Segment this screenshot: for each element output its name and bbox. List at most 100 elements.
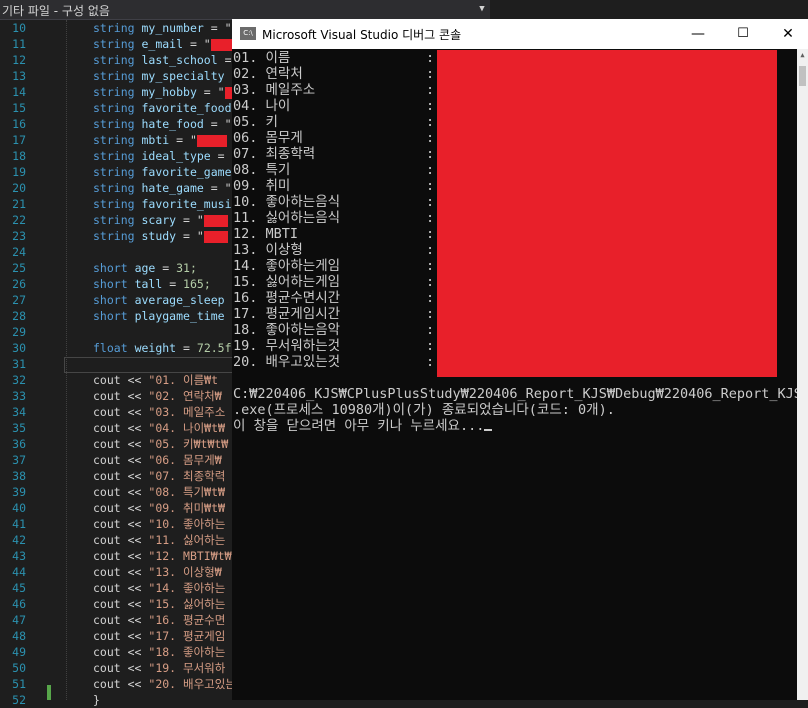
stream-operator: << [120,645,149,659]
cout-keyword: cout [93,517,121,531]
code-line: cout << "08. 특기₩t₩ [93,484,225,500]
console-title-bar[interactable]: C:\ Microsoft Visual Studio 디버그 콘솔 — ☐ ✕ [232,19,808,49]
code-line: string my_number = " [93,20,248,36]
line-number: 31 [12,357,26,371]
text-cursor [484,429,493,431]
code-line: string favorite_musi [93,196,232,212]
console-title: Microsoft Visual Studio 디버그 콘솔 [262,28,462,42]
code-line: short age = 31; [93,260,197,276]
stream-operator: << [120,581,149,595]
stream-operator: << [120,629,149,643]
code-line: cout << "05. 키₩t₩t₩ [93,436,228,452]
type-keyword: string [93,197,135,211]
console-colon: : [426,242,435,258]
string-literal: "05. 키₩t₩t₩ [148,437,229,451]
cout-keyword: cout [93,533,121,547]
code-line: cout << "04. 나이₩t₩ [93,420,225,436]
code-line: cout << "10. 좋아하는 [93,516,225,532]
change-indicator [47,685,51,700]
type-keyword: short [93,261,128,275]
stream-operator: << [120,469,149,483]
line-number: 46 [12,597,26,611]
code-line: cout << "14. 좋아하는 [93,580,225,596]
variable-name: favorite_musi [141,197,232,211]
code-line: string hate_food = " [93,116,232,132]
console-colon: : [426,290,435,306]
maximize-button[interactable]: ☐ [721,19,765,49]
code-line: string study = " [93,228,228,244]
console-colon: : [426,226,435,242]
variable-name: last_school [141,53,218,67]
type-keyword: string [93,165,135,179]
variable-name: average_sleep [134,293,225,307]
variable-name: e_mail [141,37,184,51]
stream-operator: << [120,485,149,499]
cout-keyword: cout [93,597,121,611]
redacted-value [210,38,233,51]
console-item-label: 03. 메일주소 [233,82,316,98]
string-literal: "18. 좋아하는 [148,645,226,659]
console-colon: : [426,210,435,226]
line-number: 41 [12,517,26,531]
console-app-icon: C:\ [240,27,256,40]
chevron-down-icon[interactable]: ▼ [476,3,488,15]
string-literal: "09. 취미₩t₩ [148,501,225,515]
stream-operator: << [120,549,149,563]
console-colon: : [426,178,435,194]
code-line: string e_mail = " [93,36,233,52]
console-item-label: 16. 평균수면시간 [233,290,341,306]
assignment: = " [169,133,197,147]
string-literal: "11. 싫어하는 [148,533,226,547]
stream-operator: << [120,677,149,691]
stream-operator: << [120,421,149,435]
string-literal: "08. 특기₩t₩ [148,485,225,499]
cout-keyword: cout [93,581,121,595]
cout-keyword: cout [93,677,121,691]
console-item-label: 20. 배우고있는것 [233,354,341,370]
type-keyword: short [93,293,128,307]
line-number: 50 [12,661,26,675]
assignment: = [162,277,184,291]
prompt-text: 이 창을 닫으려면 아무 키나 누르세요... [233,418,485,434]
line-number: 35 [12,421,26,435]
line-number: 49 [12,645,26,659]
line-number: 17 [12,133,26,147]
console-item-label: 11. 싫어하는음식 [233,210,341,226]
minimize-button[interactable]: — [676,19,720,49]
line-number: 10 [12,21,26,35]
code-line: cout << "12. MBTI₩t₩ [93,548,232,564]
redacted-values-block [437,50,777,377]
console-colon: : [426,306,435,322]
type-keyword: short [93,277,128,291]
cout-keyword: cout [93,437,121,451]
variable-name: hate_game [141,181,204,195]
console-colon: : [426,114,435,130]
cout-keyword: cout [93,389,121,403]
line-number: 11 [12,37,26,51]
code-line: cout << "13. 이상형₩ [93,564,222,580]
scrollbar-thumb[interactable] [799,66,806,86]
console-path-line: C:₩220406_KJS₩CPlusPlusStudy₩220406_Repo… [233,386,802,402]
type-keyword: string [93,133,135,147]
line-number: 13 [12,69,26,83]
stream-operator: << [120,453,149,467]
code-line: cout << "03. 메일주소 [93,404,225,420]
string-literal: "10. 좋아하는 [148,517,226,531]
variable-name: favorite_food [141,101,232,115]
console-scrollbar[interactable]: ▲ [797,49,808,700]
string-literal: "15. 싫어하는 [148,597,226,611]
redacted-value [203,214,228,227]
line-number: 20 [12,181,26,195]
code-line: cout << "09. 취미₩t₩ [93,500,225,516]
console-output: 01. 이름: 02. 연락처: 03. 메일주소: 04. 나이: 05. 키: 06.… [232,49,802,700]
line-number: 42 [12,533,26,547]
type-keyword: float [93,341,128,355]
type-keyword: string [93,149,135,163]
console-item-label: 04. 나이 [233,98,291,114]
scroll-up-icon[interactable]: ▲ [797,51,808,61]
close-button[interactable]: ✕ [766,19,808,49]
code-line: cout << "01. 이름₩t [93,372,218,388]
console-item-label: 06. 몸무게 [233,130,303,146]
type-keyword: string [93,229,135,243]
debug-console-window[interactable]: C:\ Microsoft Visual Studio 디버그 콘솔 — ☐ ✕… [232,19,808,700]
